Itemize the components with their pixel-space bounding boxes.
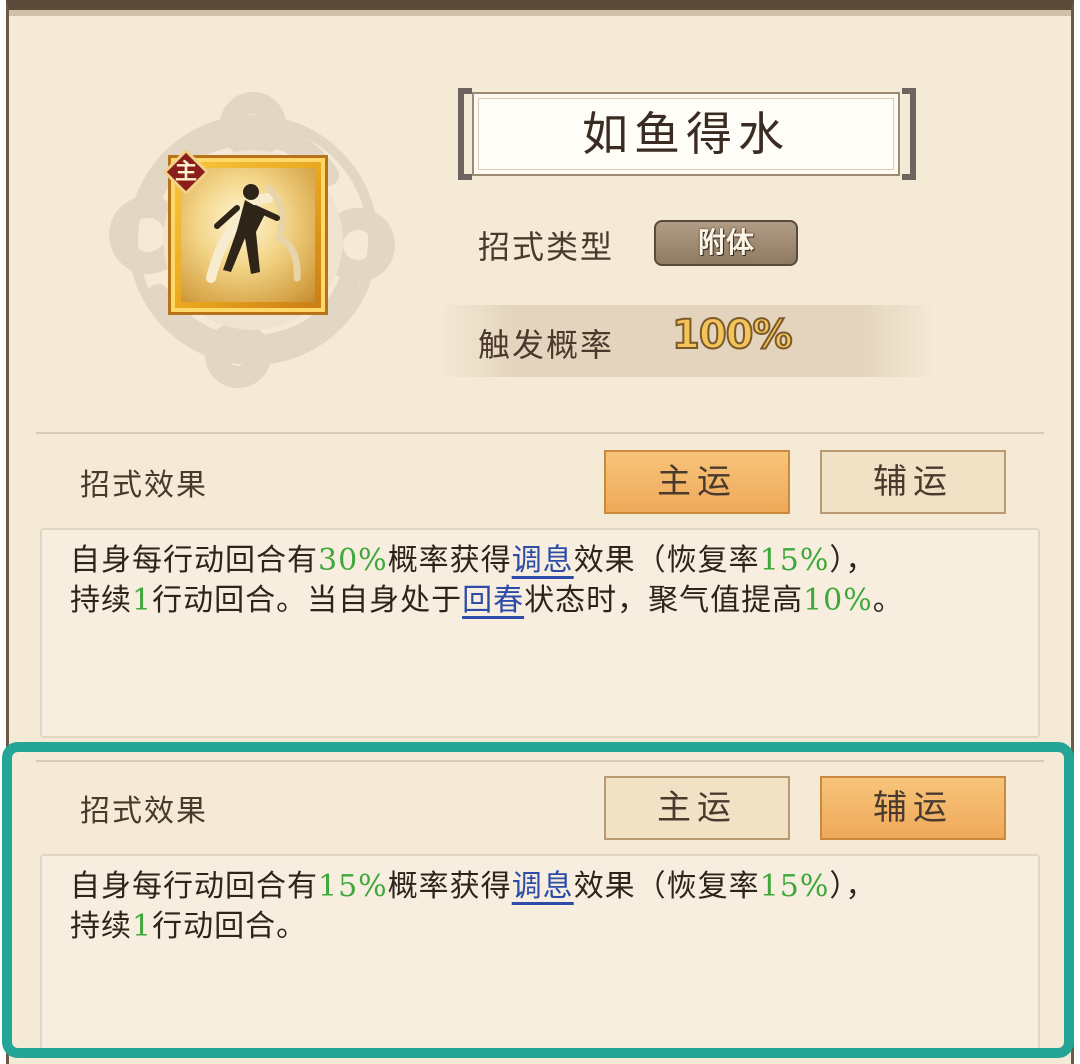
title-bracket-left: [458, 88, 472, 180]
effect-section-label: 招式效果: [80, 468, 208, 503]
tab-main-operation[interactable]: 主运: [604, 450, 790, 514]
tab-aux-operation[interactable]: 辅运: [820, 450, 1006, 514]
skill-title: 如鱼得水: [582, 107, 790, 161]
title-bracket-right: [902, 88, 916, 180]
keyword-link-huichun[interactable]: 回春: [462, 583, 524, 618]
effect-description-line-1: 自身每行动回合有30%概率获得调息效果（恢复率15%），: [70, 543, 877, 578]
trigger-probability-label: 触发概率: [478, 326, 615, 364]
panel-top-edge: [9, 10, 1071, 16]
skill-type-badge: 附体: [654, 220, 798, 266]
trigger-probability-value: 100%: [671, 311, 794, 359]
highlight-frame: [2, 742, 1074, 1058]
keyword-link-tiaoxi[interactable]: 调息: [512, 543, 574, 578]
skill-type-label: 招式类型: [478, 228, 615, 266]
divider: [36, 432, 1044, 434]
main-badge-label: 主: [174, 159, 197, 185]
effect-description-line-2: 持续1行动回合。当自身处于回春状态时，聚气值提高10%。: [70, 583, 904, 618]
